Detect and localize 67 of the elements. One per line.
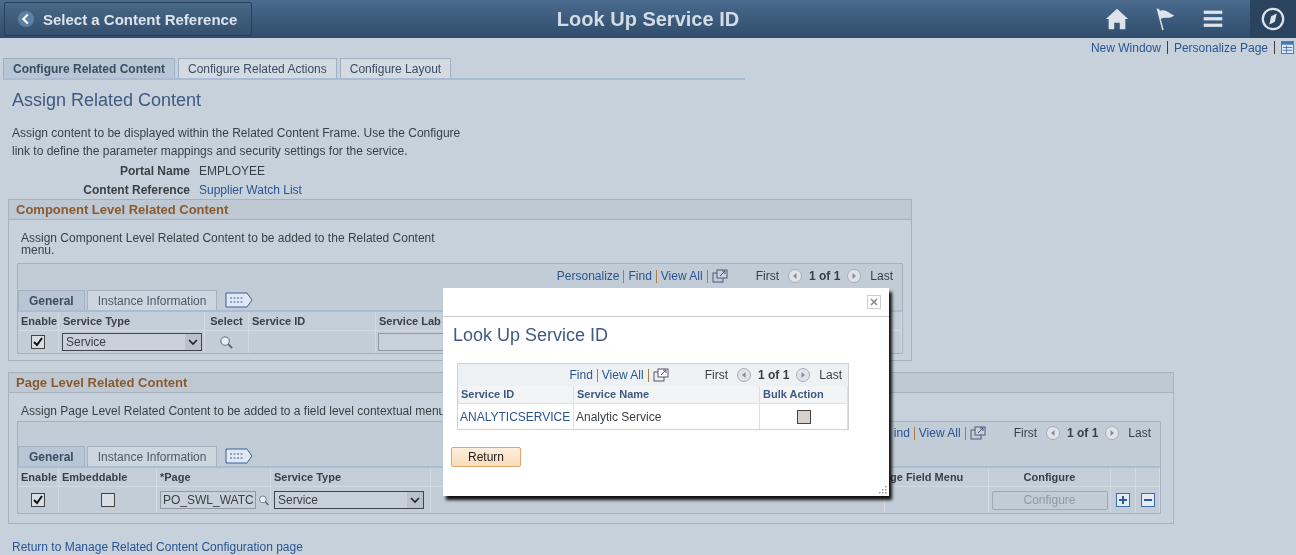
new-window-icon[interactable] [652,368,669,382]
row-count: 1 of 1 [1066,426,1099,440]
dropdown[interactable]: Service [62,333,202,351]
field-link[interactable]: Supplier Watch List [199,182,302,197]
new-window-link[interactable]: New Window [1090,40,1161,55]
next-icon[interactable] [847,269,862,283]
delete-row-icon[interactable] [1140,493,1155,507]
grid-link[interactable]: Find [628,269,652,283]
field-label: Content Reference [82,182,190,197]
checkbox[interactable] [31,335,45,349]
section-title: Assign Related Content [12,90,203,111]
previous-icon[interactable] [736,368,751,382]
section-header: Component Level Related Content [9,200,911,220]
column-header: Service Name [574,386,760,404]
show-all-columns-icon[interactable] [225,448,254,464]
compass-icon[interactable] [1260,6,1286,32]
resize-grip-icon[interactable] [879,486,887,494]
column-header: Bulk Action [760,386,848,404]
tab[interactable]: Configure Related Content [3,58,175,78]
add-row-icon[interactable] [1116,493,1130,507]
return-link[interactable]: Return to Manage Related Content Configuration page [12,540,1296,554]
previous-icon[interactable] [1045,426,1060,440]
grid-tab[interactable]: Instance Information [86,446,218,466]
caret-icon[interactable] [185,334,201,350]
show-all-columns-icon[interactable] [225,292,254,308]
dropdown[interactable]: Service [274,491,424,509]
first-label: First [1013,426,1037,440]
first-label: First [755,269,779,283]
service-id-link[interactable]: ANALYTICSERVICE [460,409,571,424]
column-header: Service ID [458,386,574,404]
caret-icon[interactable] [407,492,423,508]
tab[interactable]: Configure Related Actions [178,58,337,78]
back-icon [17,10,35,28]
last-label: Last [870,269,893,283]
tab[interactable]: Configure Layout [339,58,452,78]
layout-icon[interactable] [1281,41,1294,54]
grid-tab[interactable]: General [18,290,85,310]
next-icon[interactable] [796,368,811,382]
description: Assign content to be displayed within the Related Content Frame. Use the Configure link to define the parameter mappings and security settings for the service. [12,125,462,160]
checkbox[interactable] [796,409,811,424]
grid-tab[interactable]: Instance Information [86,290,218,310]
grid-link[interactable]: View All [660,269,703,283]
next-icon[interactable] [1105,426,1120,440]
search-icon[interactable] [258,492,270,508]
close-button[interactable] [867,295,881,309]
page-title: Look Up Service ID [556,7,740,31]
service-name: Analytic Service [576,409,662,424]
checkbox[interactable] [31,493,45,507]
new-window-icon[interactable] [969,426,986,440]
page-input[interactable]: PO_SWL_WATC [160,491,256,509]
previous-icon[interactable] [787,269,802,283]
field-value: EMPLOYEE [199,163,266,178]
row-count: 1 of 1 [808,269,841,283]
new-window-icon[interactable] [711,269,728,283]
search-icon[interactable] [219,334,234,350]
return-button[interactable]: Return [451,447,521,467]
home-icon[interactable] [1104,6,1130,32]
checkbox[interactable] [100,493,115,507]
grid-link[interactable]: View All [918,426,961,440]
personalize-page-link[interactable]: Personalize Page [1173,40,1268,55]
grid-link[interactable]: ind [893,426,910,440]
last-label: Last [1128,426,1151,440]
field-label: Portal Name [118,163,190,178]
back-button[interactable]: Select a Content Reference [4,2,252,36]
section-description: Assign Component Level Related Content to be added to the Related Content menu. [21,232,436,256]
grid-tab[interactable]: General [18,446,85,466]
grid-link[interactable]: Personalize [556,269,620,283]
